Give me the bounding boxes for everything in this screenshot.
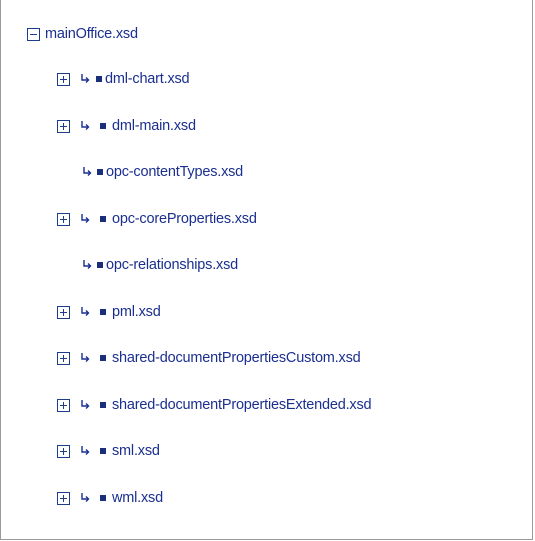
tree-root[interactable]: mainOffice.xsd — [27, 26, 138, 42]
import-arrow-icon — [81, 214, 90, 223]
square-bullet-icon — [100, 123, 106, 129]
node-label[interactable]: sml.xsd — [112, 443, 160, 459]
square-bullet-icon — [97, 169, 103, 175]
node-label[interactable]: shared-documentPropertiesExtended.xsd — [112, 397, 372, 413]
node-label[interactable]: shared-documentPropertiesCustom.xsd — [112, 350, 361, 366]
import-arrow-icon — [81, 446, 90, 455]
node-label[interactable]: pml.xsd — [112, 304, 161, 320]
expand-icon[interactable] — [57, 212, 70, 226]
tree-node[interactable]: opc-relationships.xsd — [81, 256, 238, 274]
tree-node[interactable]: opc-coreProperties.xsd — [57, 210, 257, 228]
import-arrow-icon — [81, 74, 90, 83]
expand-icon[interactable] — [57, 305, 70, 319]
tree-node[interactable]: pml.xsd — [57, 303, 161, 321]
import-arrow-icon — [83, 167, 92, 176]
square-bullet-icon — [96, 76, 102, 82]
import-arrow-icon — [83, 260, 92, 269]
import-arrow-icon — [81, 121, 90, 130]
tree-node[interactable]: wml.xsd — [57, 489, 163, 507]
node-label[interactable]: dml-main.xsd — [112, 118, 196, 134]
tree-node[interactable]: shared-documentPropertiesCustom.xsd — [57, 349, 361, 367]
expand-icon[interactable] — [57, 491, 70, 505]
node-label[interactable]: opc-relationships.xsd — [106, 257, 238, 273]
import-arrow-icon — [81, 493, 90, 502]
square-bullet-icon — [100, 216, 106, 222]
square-bullet-icon — [97, 262, 103, 268]
import-arrow-icon — [81, 353, 90, 362]
expand-icon[interactable] — [57, 444, 70, 458]
node-label[interactable]: dml-chart.xsd — [105, 71, 190, 87]
expand-icon[interactable] — [57, 72, 70, 86]
collapse-icon[interactable] — [27, 27, 40, 41]
import-arrow-icon — [81, 307, 90, 316]
expand-icon[interactable] — [57, 119, 70, 133]
square-bullet-icon — [100, 355, 106, 361]
square-bullet-icon — [100, 448, 106, 454]
schema-tree-panel: mainOffice.xsd dml-chart.xsd dml-main.xs… — [0, 0, 533, 540]
node-label[interactable]: wml.xsd — [112, 490, 163, 506]
tree-node[interactable]: dml-main.xsd — [57, 117, 196, 135]
tree-node[interactable]: opc-contentTypes.xsd — [81, 163, 243, 181]
square-bullet-icon — [100, 402, 106, 408]
node-label[interactable]: opc-coreProperties.xsd — [112, 211, 257, 227]
square-bullet-icon — [100, 495, 106, 501]
square-bullet-icon — [100, 309, 106, 315]
node-label[interactable]: opc-contentTypes.xsd — [106, 164, 243, 180]
import-arrow-icon — [81, 400, 90, 409]
tree-node[interactable]: shared-documentPropertiesExtended.xsd — [57, 396, 372, 414]
expand-icon[interactable] — [57, 351, 70, 365]
tree-node[interactable]: dml-chart.xsd — [57, 70, 190, 88]
expand-icon[interactable] — [57, 398, 70, 412]
root-label[interactable]: mainOffice.xsd — [45, 26, 138, 42]
tree-node[interactable]: sml.xsd — [57, 442, 160, 460]
